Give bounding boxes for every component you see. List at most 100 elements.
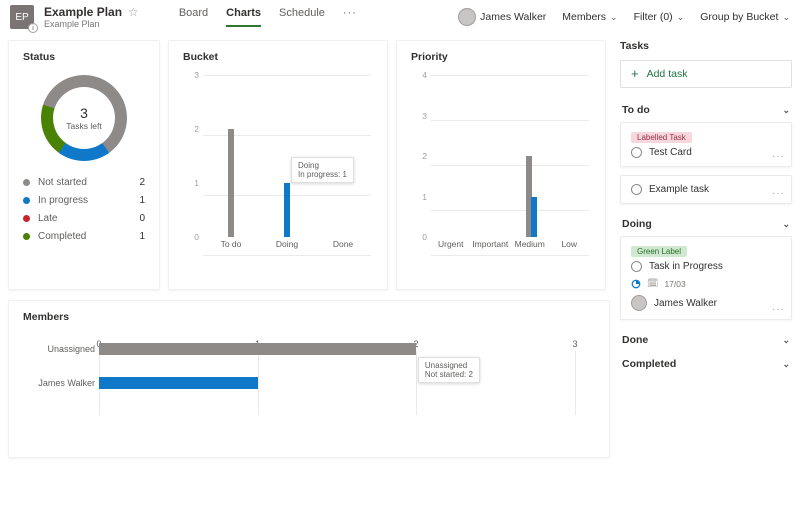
tab-board[interactable]: Board — [179, 7, 208, 27]
avatar-icon — [631, 295, 647, 311]
members-card: Members 0 1 2 3 Unassigned James Walker … — [8, 300, 610, 458]
task-label-pill: Labelled Task — [631, 132, 692, 143]
xcat: Done — [315, 239, 371, 255]
members-chart[interactable]: 0 1 2 3 Unassigned James Walker Unassign… — [99, 341, 575, 409]
task-card[interactable]: Green Label Task in Progress 🗓 17/03 ···… — [620, 236, 792, 320]
avatar-icon — [458, 8, 476, 26]
members-tooltip: Unassigned Not started: 2 — [418, 357, 480, 383]
add-task-button[interactable]: + Add task — [620, 60, 792, 88]
dot-icon — [23, 179, 30, 186]
priority-chart[interactable]: 0 1 2 3 4 Urgent Important Medium — [411, 75, 591, 255]
donut-center-label: Tasks left — [66, 121, 101, 131]
ytick: 1 — [422, 192, 427, 202]
members-dropdown[interactable]: Members⌄ — [562, 11, 617, 23]
task-more-icon[interactable]: ··· — [772, 188, 785, 199]
status-donut-chart[interactable]: 3 Tasks left — [41, 75, 127, 161]
bucket-card: Bucket 0 1 2 3 To do Doing — [168, 40, 388, 290]
dot-icon — [23, 233, 30, 240]
bucket-title: Bucket — [183, 51, 373, 63]
xcat: Medium — [510, 239, 550, 255]
ytick: 3 — [194, 70, 199, 80]
group-by-dropdown[interactable]: Group by Bucket⌄ — [700, 11, 790, 23]
task-card[interactable]: Example task ··· — [620, 175, 792, 204]
legend-not-started: Not started2 — [23, 177, 145, 188]
xcat: Doing — [259, 239, 315, 255]
bucket-tooltip: Doing In progress: 1 — [291, 157, 354, 183]
ytick: 3 — [422, 111, 427, 121]
plan-title: Example Plan — [44, 5, 122, 19]
tab-charts[interactable]: Charts — [226, 7, 261, 27]
xcat: Urgent — [431, 239, 471, 255]
status-title: Status — [23, 51, 145, 63]
view-tabs: Board Charts Schedule ··· — [179, 7, 357, 27]
task-title: Example task — [649, 184, 709, 195]
info-badge-icon[interactable]: i — [28, 23, 38, 33]
task-date: 17/03 — [664, 279, 685, 289]
member-label: Unassigned — [23, 344, 95, 354]
chevron-down-icon: ⌄ — [782, 335, 790, 346]
user-name: James Walker — [480, 11, 546, 23]
xcat: Important — [471, 239, 511, 255]
section-done[interactable]: Done ⌄ — [620, 328, 792, 352]
main-content: Status 3 Tasks left Not started2 In prog… — [0, 34, 800, 468]
section-completed[interactable]: Completed ⌄ — [620, 352, 792, 376]
chevron-down-icon: ⌄ — [677, 12, 685, 23]
complete-circle-icon[interactable] — [631, 261, 642, 272]
chevron-down-icon: ⌄ — [782, 12, 790, 23]
tasks-title: Tasks — [620, 40, 792, 52]
ytick: 2 — [422, 151, 427, 161]
priority-card: Priority 0 1 2 3 4 Urgent — [396, 40, 606, 290]
plan-titles: Example Plan ☆ Example Plan — [44, 5, 139, 29]
tasks-panel: Tasks + Add task To do ⌄ Labelled Task T… — [620, 40, 792, 376]
ytick: 0 — [194, 232, 199, 242]
xcat: Low — [550, 239, 590, 255]
favorite-star-icon[interactable]: ☆ — [128, 5, 139, 19]
complete-circle-icon[interactable] — [631, 184, 642, 195]
plus-icon: + — [631, 69, 639, 79]
bar-james-walker[interactable] — [99, 377, 258, 389]
plan-subtitle: Example Plan — [44, 19, 139, 29]
task-more-icon[interactable]: ··· — [772, 151, 785, 162]
current-user[interactable]: James Walker — [458, 8, 546, 26]
dot-icon — [23, 197, 30, 204]
task-more-icon[interactable]: ··· — [772, 304, 785, 315]
task-title: Task in Progress — [649, 261, 723, 272]
bar-unassigned[interactable] — [99, 343, 416, 355]
app-header: EP i Example Plan ☆ Example Plan Board C… — [0, 0, 800, 34]
bar-medium-inprogress[interactable] — [531, 197, 537, 238]
chevron-down-icon: ⌄ — [610, 12, 618, 23]
ytick: 0 — [422, 232, 427, 242]
calendar-icon: 🗓 — [647, 278, 658, 289]
plan-initials: EP — [15, 12, 28, 23]
chevron-down-icon: ⌄ — [782, 219, 790, 230]
ytick: 2 — [194, 124, 199, 134]
section-doing[interactable]: Doing ⌄ — [620, 212, 792, 236]
progress-icon — [631, 279, 641, 289]
ytick: 1 — [194, 178, 199, 188]
chevron-down-icon: ⌄ — [782, 359, 790, 370]
charts-column: Status 3 Tasks left Not started2 In prog… — [8, 40, 610, 458]
legend-in-progress: In progress1 — [23, 195, 145, 206]
more-tabs-icon[interactable]: ··· — [343, 7, 357, 27]
filter-dropdown[interactable]: Filter (0)⌄ — [634, 11, 685, 23]
tab-schedule[interactable]: Schedule — [279, 7, 325, 27]
chevron-down-icon: ⌄ — [782, 105, 790, 116]
task-label-pill: Green Label — [631, 246, 687, 257]
bucket-chart[interactable]: 0 1 2 3 To do Doing Done — [183, 75, 373, 255]
plan-icon: EP i — [10, 5, 34, 29]
header-right: James Walker Members⌄ Filter (0)⌄ Group … — [458, 8, 790, 26]
priority-title: Priority — [411, 51, 591, 63]
legend-completed: Completed1 — [23, 231, 145, 242]
task-title: Test Card — [649, 147, 692, 158]
bar-doing[interactable] — [284, 183, 290, 237]
complete-circle-icon[interactable] — [631, 147, 642, 158]
legend-late: Late0 — [23, 213, 145, 224]
status-legend: Not started2 In progress1 Late0 Complete… — [23, 177, 145, 242]
members-title: Members — [23, 311, 595, 323]
bar-todo[interactable] — [228, 129, 234, 237]
task-card[interactable]: Labelled Task Test Card ··· — [620, 122, 792, 167]
xcat: To do — [203, 239, 259, 255]
member-label: James Walker — [23, 378, 95, 388]
task-assignee: James Walker — [631, 295, 781, 311]
section-todo[interactable]: To do ⌄ — [620, 98, 792, 122]
